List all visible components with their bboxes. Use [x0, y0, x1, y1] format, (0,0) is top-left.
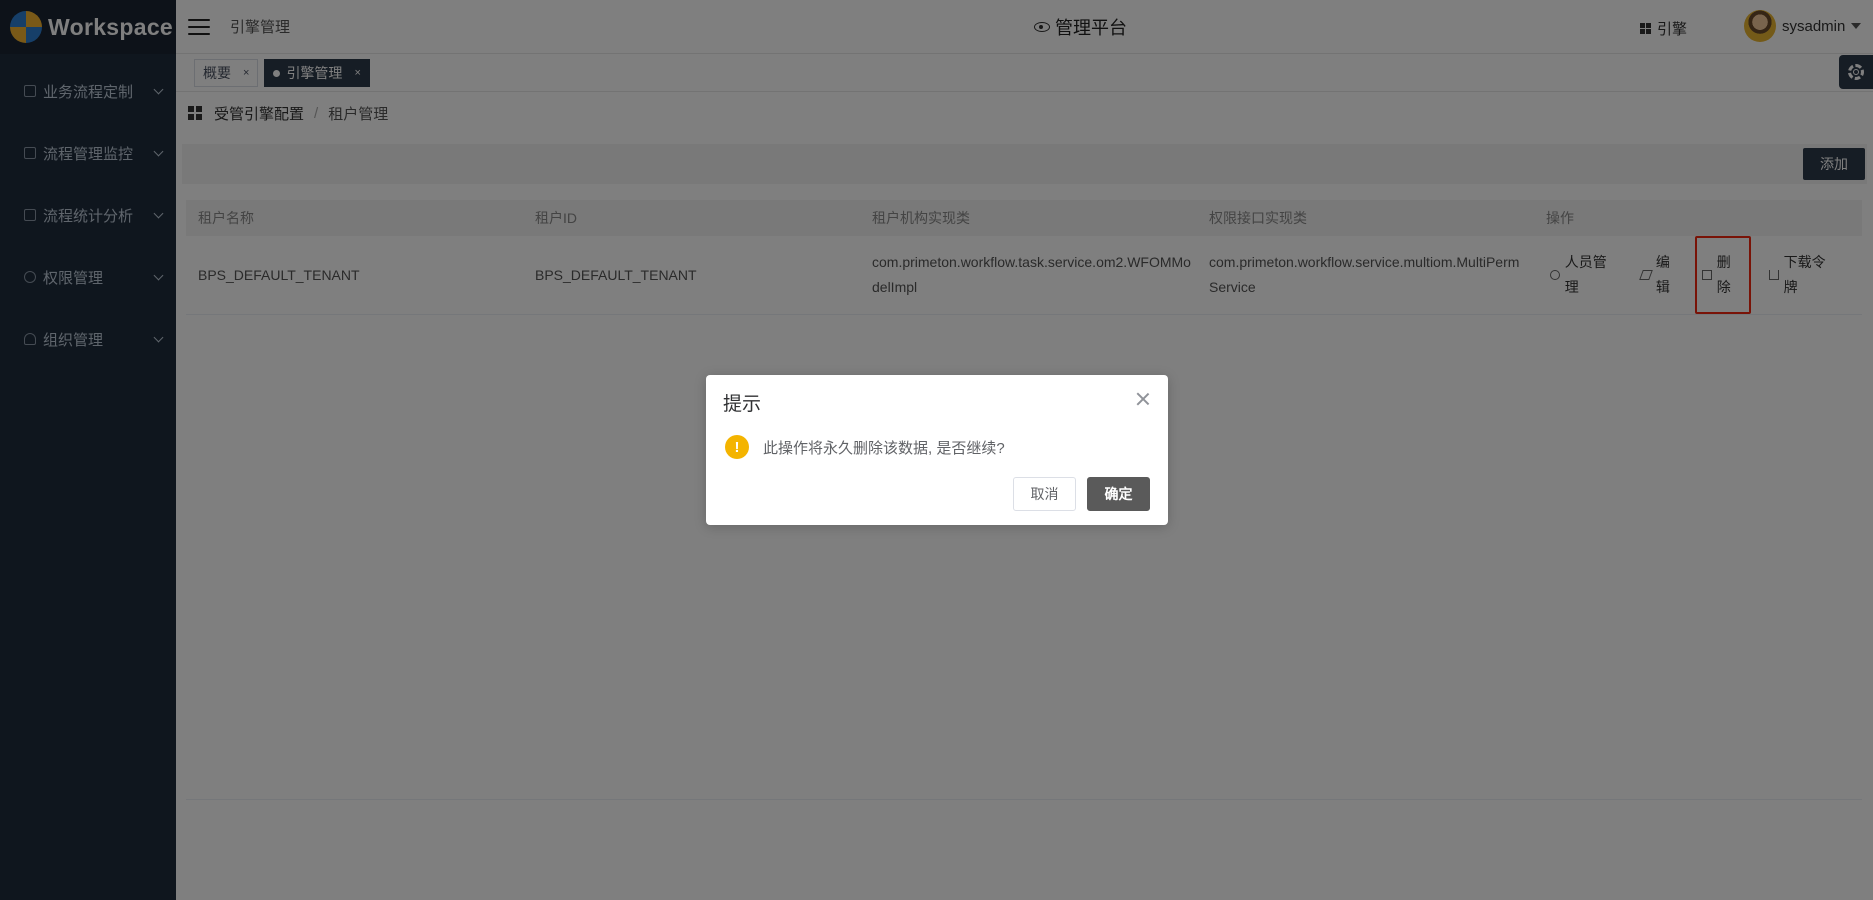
cancel-button[interactable]: 取消	[1013, 477, 1076, 511]
warning-icon: !	[725, 435, 749, 459]
dialog-title: 提示	[723, 394, 762, 415]
dialog-message: ! 此操作将永久删除该数据, 是否继续?	[725, 435, 1005, 459]
dialog-message-text: 此操作将永久删除该数据, 是否继续?	[763, 439, 1005, 457]
confirm-button[interactable]: 确定	[1087, 477, 1150, 511]
close-icon[interactable]	[1136, 392, 1150, 406]
confirm-dialog: 提示 ! 此操作将永久删除该数据, 是否继续? 取消 确定	[706, 375, 1168, 525]
